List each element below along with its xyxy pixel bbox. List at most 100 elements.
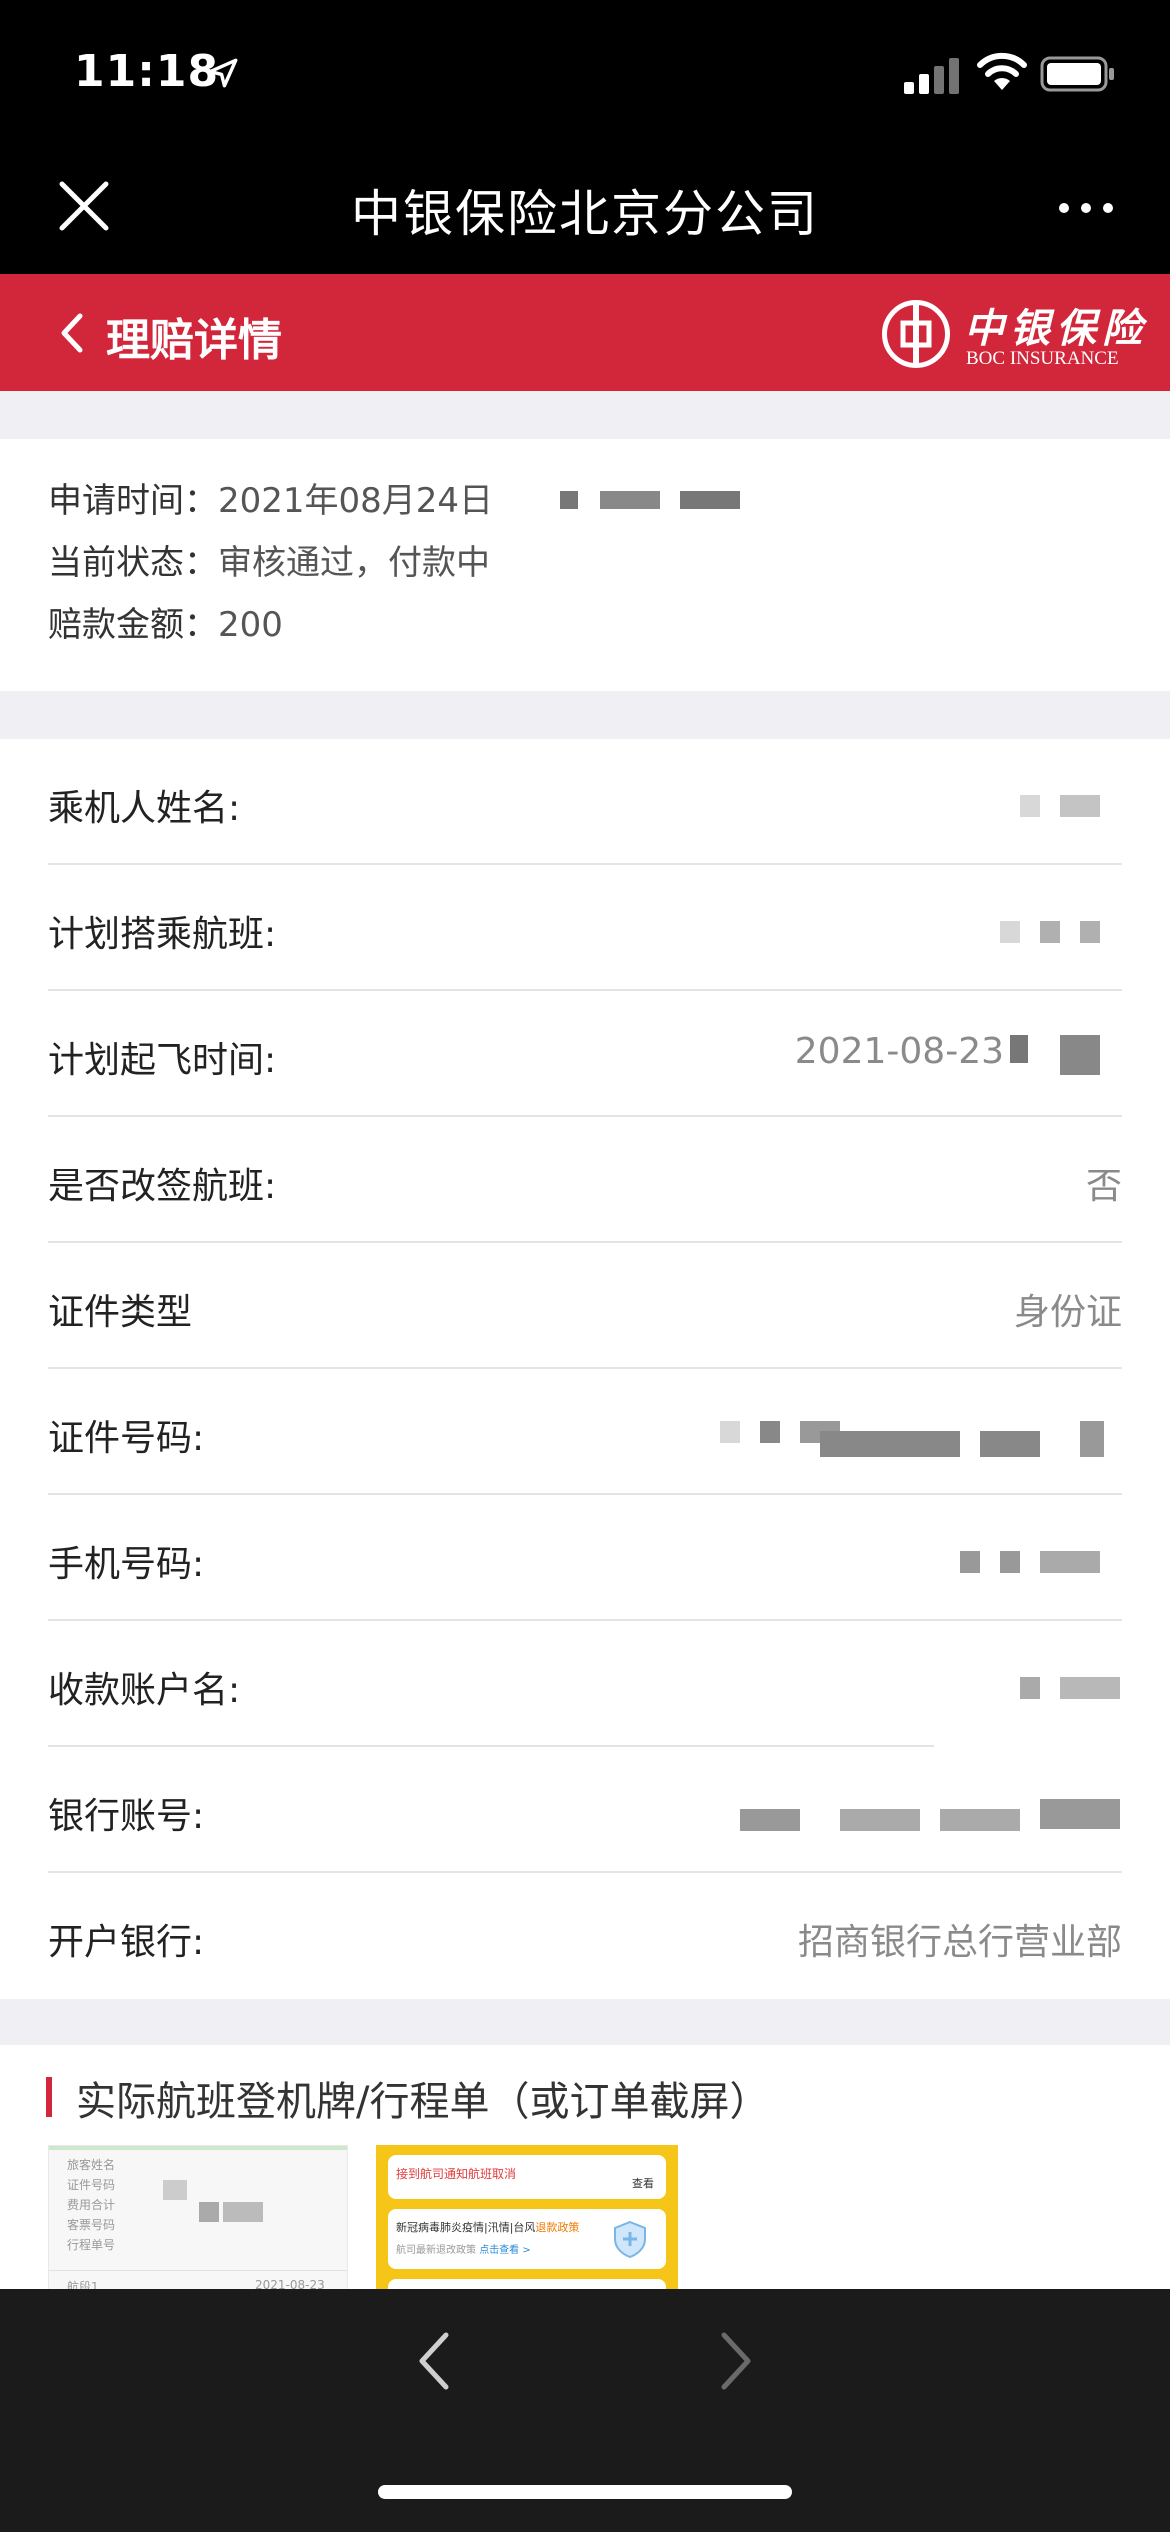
thumb-date: 2021-08-23	[255, 2278, 325, 2289]
logo-chinese-text: 中银保险	[964, 305, 1148, 352]
order-screenshot-thumbnail[interactable]: 接到航司通知航班取消 查看 新冠病毒肺炎疫情|汛情|台风退款政策 航司最新退改政…	[376, 2145, 678, 2289]
redacted-block	[1020, 795, 1040, 817]
detail-value: 身份证	[1013, 1292, 1122, 1333]
claim-summary: 申请时间：2021年08月24日 当前状态：审核通过，付款中 赔款金额：200	[0, 439, 1170, 691]
redacted-block	[1040, 1551, 1100, 1573]
redacted-block	[1060, 795, 1100, 817]
redacted-block	[1020, 1677, 1040, 1699]
redacted-block	[1000, 921, 1020, 943]
thumb-card	[388, 2279, 666, 2289]
detail-row-phone: 手机号码:	[48, 1495, 1122, 1621]
detail-row-id-type: 证件类型 身份证	[48, 1243, 1122, 1369]
amount-label: 赔款金额：	[48, 605, 218, 645]
detail-row-departure-time: 计划起飞时间: 2021-08-23	[48, 991, 1122, 1117]
wifi-icon	[977, 52, 1027, 90]
redacted-block	[680, 491, 740, 509]
page-title: 中银保险北京分公司	[351, 185, 819, 243]
thumb-line: 证件号码	[67, 2178, 116, 2192]
claim-details-list: 乘机人姓名: 计划搭乘航班: 计划起飞时间: 2021-08-23 是否改签航班…	[0, 739, 1170, 1999]
detail-label: 计划搭乘航班:	[48, 914, 277, 955]
detail-row-account-name: 收款账户名:	[48, 1621, 1122, 1747]
redacted-block	[740, 1809, 800, 1831]
detail-label: 计划起飞时间:	[48, 1040, 277, 1081]
redacted-block	[1040, 1799, 1120, 1829]
claim-header: 理赔详情 中银保险 BOC INSURANCE	[0, 274, 1170, 391]
apply-time-row: 申请时间：2021年08月24日	[48, 473, 493, 522]
thumb-card: 接到航司通知航班取消 查看	[388, 2155, 666, 2199]
detail-row-passenger-name: 乘机人姓名:	[48, 739, 1122, 865]
back-arrow-icon[interactable]	[412, 2329, 458, 2393]
location-arrow-icon	[208, 58, 238, 88]
boc-logo-mark	[882, 300, 950, 368]
thumb-card: 新冠病毒肺炎疫情|汛情|台风退款政策 航司最新退改政策 点击查看 >	[388, 2209, 666, 2269]
thumb-line: 客票号码	[67, 2218, 116, 2232]
redacted-block	[1060, 1677, 1120, 1699]
thumb-card-text: 新冠病毒肺炎疫情|汛情|台风退款政策	[396, 2221, 580, 2234]
status-time: 11:18	[74, 46, 220, 97]
redacted-block	[163, 2180, 187, 2200]
status-row: 当前状态：审核通过，付款中	[48, 535, 490, 584]
detail-row-bank-account: 银行账号:	[48, 1747, 1122, 1873]
boc-insurance-logo: 中银保险 BOC INSURANCE	[882, 296, 1142, 372]
detail-row-rebooked: 是否改签航班: 否	[48, 1117, 1122, 1243]
status-value: 审核通过，付款中	[218, 543, 490, 583]
page-content: 申请时间：2021年08月24日 当前状态：审核通过，付款中 赔款金额：200 …	[0, 391, 1170, 2289]
home-indicator[interactable]	[378, 2485, 792, 2499]
battery-icon	[1040, 56, 1114, 92]
back-chevron-icon[interactable]	[56, 310, 86, 356]
cellular-signal-icon	[904, 58, 959, 94]
redacted-block	[1060, 1035, 1100, 1075]
thumbnail-divider	[49, 2270, 347, 2271]
redacted-block	[1080, 921, 1100, 943]
redacted-block	[560, 491, 578, 509]
attachments-title: 实际航班登机牌/行程单（或订单截屏）	[76, 2079, 770, 2125]
redacted-block	[960, 1551, 980, 1573]
browser-bottom-nav	[0, 2289, 1170, 2532]
detail-value: 招商银行总行营业部	[797, 1922, 1122, 1963]
title-bar: 中银保险北京分公司	[0, 140, 1170, 274]
redacted-block	[820, 1431, 960, 1457]
header-title: 理赔详情	[106, 315, 282, 366]
detail-value: 否	[1085, 1166, 1122, 1207]
attachments-section: 实际航班登机牌/行程单（或订单截屏） 旅客姓名 证件号码 费用合计 客票号码 行…	[0, 2045, 1170, 2289]
amount-row: 赔款金额：200	[48, 597, 283, 646]
redacted-block	[720, 1421, 740, 1443]
apply-time-value: 2021年08月24日	[218, 481, 494, 521]
boarding-pass-thumbnail[interactable]: 旅客姓名 证件号码 费用合计 客票号码 行程单号 航段1 2021-08-23	[48, 2145, 348, 2289]
detail-row-id-number: 证件号码:	[48, 1369, 1122, 1495]
redacted-block	[940, 1809, 1020, 1831]
thumb-line: 行程单号	[67, 2238, 116, 2252]
redacted-block	[1010, 1035, 1028, 1063]
section-accent-bar	[46, 2077, 52, 2117]
more-options-icon[interactable]	[1056, 200, 1116, 216]
thumb-card-action: 查看	[632, 2177, 654, 2190]
thumb-card-text: 接到航司通知航班取消	[396, 2167, 517, 2181]
thumb-line: 旅客姓名	[67, 2158, 116, 2172]
detail-label: 开户银行:	[48, 1922, 205, 1963]
redacted-block	[1000, 1551, 1020, 1573]
apply-time-label: 申请时间：	[48, 481, 218, 521]
status-bar: 11:18	[0, 0, 1170, 140]
status-label: 当前状态：	[48, 543, 218, 583]
redacted-block	[199, 2202, 219, 2222]
logo-english-text: BOC INSURANCE	[966, 348, 1119, 369]
redacted-block	[1080, 1421, 1104, 1457]
detail-label: 证件号码:	[48, 1418, 205, 1459]
detail-label: 银行账号:	[48, 1796, 205, 1837]
detail-row-flight: 计划搭乘航班:	[48, 865, 1122, 991]
thumbnail-top-strip	[49, 2146, 347, 2150]
detail-label: 证件类型	[48, 1292, 193, 1333]
forward-arrow-icon[interactable]	[712, 2329, 758, 2393]
shield-icon	[614, 2220, 646, 2259]
redacted-block	[840, 1809, 920, 1831]
thumb-line: 费用合计	[67, 2198, 116, 2212]
thumb-card-subtext: 航司最新退改政策 点击查看 >	[396, 2245, 531, 2256]
detail-row-bank-name: 开户银行: 招商银行总行营业部	[48, 1873, 1122, 1999]
detail-label: 收款账户名:	[48, 1670, 241, 1711]
redacted-block	[760, 1421, 780, 1443]
redacted-block	[1040, 921, 1060, 943]
detail-value: 2021-08-23	[794, 1031, 1004, 1072]
amount-value: 200	[218, 605, 283, 645]
detail-label: 手机号码:	[48, 1544, 205, 1585]
detail-label: 乘机人姓名:	[48, 788, 241, 829]
